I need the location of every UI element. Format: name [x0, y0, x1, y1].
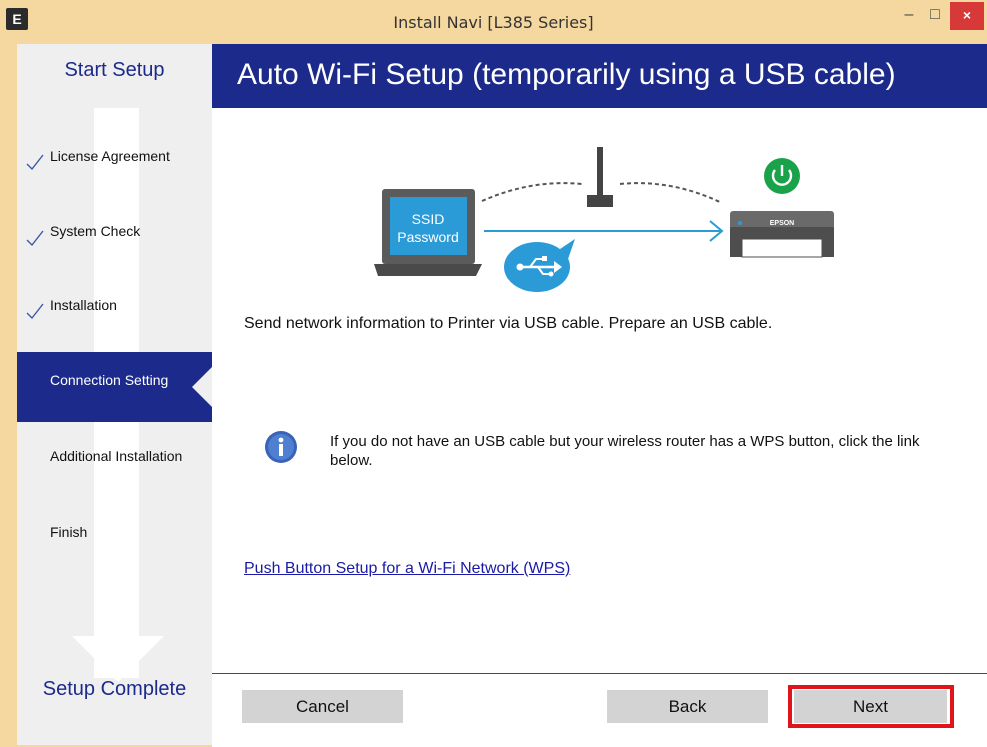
setup-progress-sidebar: Start Setup License Agreement System Che…: [17, 44, 212, 745]
back-button[interactable]: Back: [607, 690, 768, 723]
setup-complete-label: Setup Complete: [42, 678, 187, 700]
step-label: Connection Setting: [50, 372, 169, 388]
power-icon: [764, 158, 800, 194]
printer-icon: EPSON: [730, 211, 834, 258]
step-label: Finish: [50, 524, 88, 540]
installer-window: E Install Navi [L385 Series] – □ × Start…: [0, 0, 987, 747]
window-title: Install Navi [L385 Series]: [393, 13, 594, 32]
main-panel: Auto Wi-Fi Setup (temporarily using a US…: [212, 44, 987, 747]
step-finish: Finish: [17, 499, 212, 569]
checkmark-icon: [26, 230, 44, 247]
maximize-button[interactable]: □: [922, 2, 948, 30]
footer-divider: [212, 673, 987, 674]
cancel-button[interactable]: Cancel: [242, 690, 403, 723]
laptop-password-text: Password: [397, 229, 458, 245]
step-additional-installation: Additional Installation: [17, 422, 212, 492]
step-license-agreement: License Agreement: [17, 120, 212, 190]
checkmark-icon: [26, 154, 44, 171]
start-setup-label: Start Setup: [64, 59, 165, 81]
data-transfer-arrow: [484, 220, 724, 242]
page-header: Auto Wi-Fi Setup (temporarily using a US…: [212, 44, 987, 108]
minimize-button[interactable]: –: [896, 2, 922, 30]
laptop-ssid-text: SSID: [412, 211, 445, 227]
step-connection-setting: Connection Setting: [17, 352, 212, 422]
router-icon: [587, 147, 613, 207]
progress-arrow-head: [72, 636, 164, 682]
next-button[interactable]: Next: [794, 690, 947, 723]
active-step-pointer: [192, 367, 212, 407]
close-button[interactable]: ×: [950, 2, 984, 30]
wps-setup-link[interactable]: Push Button Setup for a Wi-Fi Network (W…: [244, 560, 570, 578]
wifi-signal-left: [481, 182, 583, 202]
laptop-icon: SSID Password: [374, 189, 482, 276]
printer-brand-text: EPSON: [770, 220, 795, 227]
step-label: License Agreement: [50, 148, 170, 164]
info-icon: [265, 431, 297, 463]
step-label: Additional Installation: [50, 448, 183, 464]
step-system-check: System Check: [17, 195, 212, 265]
usb-setup-illustration: SSID Password EPSON: [374, 147, 834, 292]
page-title: Auto Wi-Fi Setup (temporarily using a US…: [237, 58, 896, 91]
usb-icon: [504, 239, 575, 292]
info-message: If you do not have an USB cable but your…: [330, 433, 920, 469]
instruction-text: Send network information to Printer via …: [244, 315, 773, 332]
step-label: Installation: [50, 297, 117, 313]
step-label: System Check: [50, 223, 141, 239]
wifi-signal-right: [619, 182, 723, 204]
step-installation: Installation: [17, 269, 212, 339]
checkmark-icon: [26, 303, 44, 320]
title-bar[interactable]: E Install Navi [L385 Series] – □ ×: [0, 0, 987, 44]
